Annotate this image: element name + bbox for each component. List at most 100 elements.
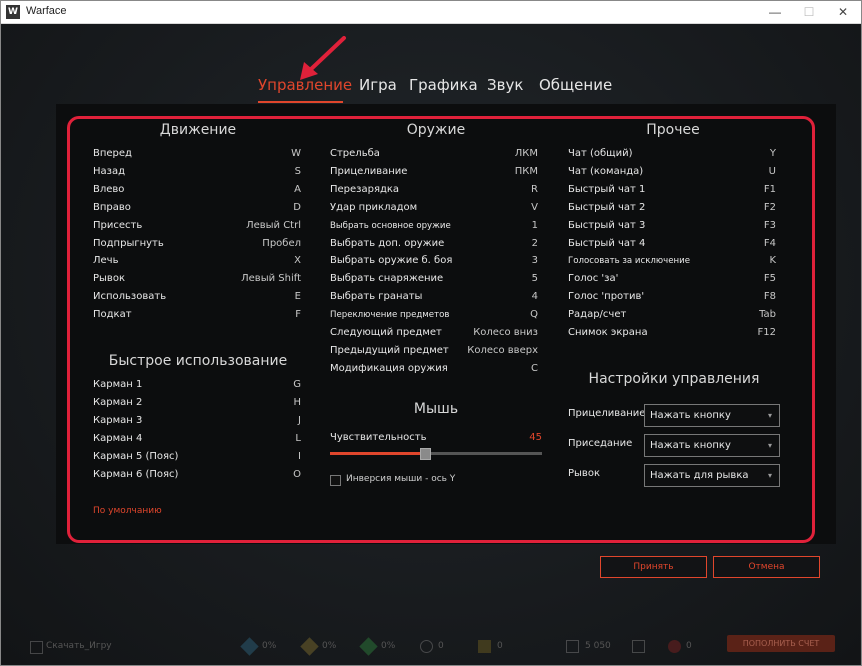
keybind-key[interactable]: F4: [764, 237, 776, 251]
keybind-row[interactable]: Перезарядка R: [330, 183, 538, 197]
keybind-row[interactable]: Чат (общий) Y: [568, 147, 776, 161]
keybind-key[interactable]: F3: [764, 219, 776, 233]
keybind-key[interactable]: Q: [530, 308, 538, 322]
keybind-row[interactable]: Удар прикладом V: [330, 201, 538, 215]
keybind-row[interactable]: Быстрый чат 3 F3: [568, 219, 776, 233]
keybind-row[interactable]: Переключение предметов Q: [330, 308, 538, 322]
keybind-key[interactable]: 5: [532, 272, 538, 286]
sensitivity-slider-thumb[interactable]: [420, 448, 431, 460]
keybind-row[interactable]: Назад S: [93, 165, 301, 179]
keybind-row[interactable]: Снимок экрана F12: [568, 326, 776, 340]
keybind-row[interactable]: Подпрыгнуть Пробел: [93, 237, 301, 251]
keybind-key[interactable]: Tab: [759, 308, 776, 322]
keybind-row[interactable]: Карман 3 J: [93, 414, 301, 428]
keybind-key[interactable]: 2: [532, 237, 538, 251]
refill-account-button[interactable]: ПОПОЛНИТЬ СЧЕТ: [727, 635, 835, 652]
keybind-row[interactable]: Выбрать основное оружие 1: [330, 219, 538, 233]
keybind-key[interactable]: F12: [758, 326, 776, 340]
apply-button[interactable]: Принять: [600, 556, 707, 578]
keybind-key[interactable]: E: [295, 290, 301, 304]
keybind-row[interactable]: Быстрый чат 2 F2: [568, 201, 776, 215]
keybind-row[interactable]: Влево A: [93, 183, 301, 197]
keybind-row[interactable]: Карман 2 H: [93, 396, 301, 410]
keybind-key[interactable]: 4: [532, 290, 538, 304]
keybind-row[interactable]: Карман 4 L: [93, 432, 301, 446]
keybind-row[interactable]: Присесть Левый Ctrl: [93, 219, 301, 233]
download-checkbox-icon[interactable]: [30, 641, 43, 654]
keybind-key[interactable]: 1: [532, 219, 538, 233]
keybind-key[interactable]: U: [769, 165, 776, 179]
tab-graphics[interactable]: Графика: [409, 76, 478, 94]
keybind-row[interactable]: Голосовать за исключение K: [568, 254, 776, 268]
keybind-row[interactable]: Предыдущий предмет Колесо вверх: [330, 344, 538, 358]
keybind-row[interactable]: Голос 'за' F5: [568, 272, 776, 286]
tab-communication[interactable]: Общение: [539, 76, 612, 94]
keybind-row[interactable]: Вправо D: [93, 201, 301, 215]
tab-sound[interactable]: Звук: [487, 76, 523, 94]
keybind-row[interactable]: Следующий предмет Колесо вниз: [330, 326, 538, 340]
sprint-mode-select[interactable]: Нажать для рывка ▾: [644, 464, 780, 487]
keybind-key[interactable]: F2: [764, 201, 776, 215]
keybind-key[interactable]: R: [531, 183, 538, 197]
keybind-key[interactable]: V: [531, 201, 538, 215]
keybind-key[interactable]: Y: [770, 147, 776, 161]
keybind-key[interactable]: X: [294, 254, 301, 268]
keybind-key[interactable]: F1: [764, 183, 776, 197]
movement-title: Движение: [159, 122, 237, 138]
keybind-key[interactable]: C: [531, 362, 538, 376]
keybind-key[interactable]: Колесо вниз: [473, 326, 538, 340]
keybind-key[interactable]: ЛКМ: [515, 147, 538, 161]
keybind-key[interactable]: 3: [532, 254, 538, 268]
keybind-row[interactable]: Быстрый чат 4 F4: [568, 237, 776, 251]
download-game-label[interactable]: Скачать_Игру: [46, 641, 112, 651]
keybind-row[interactable]: Подкат F: [93, 308, 301, 322]
keybind-key[interactable]: J: [298, 414, 301, 428]
keybind-row[interactable]: Вперед W: [93, 147, 301, 161]
keybind-row[interactable]: Выбрать оружие б. боя 3: [330, 254, 538, 268]
keybind-key[interactable]: W: [291, 147, 301, 161]
keybind-key[interactable]: Колесо вверх: [467, 344, 538, 358]
maximize-button[interactable]: ☐: [792, 1, 826, 24]
keybind-row[interactable]: Чат (команда) U: [568, 165, 776, 179]
keybind-row[interactable]: Прицеливание ПКМ: [330, 165, 538, 179]
keybind-key[interactable]: I: [298, 450, 301, 464]
keybind-row[interactable]: Быстрый чат 1 F1: [568, 183, 776, 197]
keybind-key[interactable]: Левый Ctrl: [246, 219, 301, 233]
close-button[interactable]: ✕: [826, 1, 860, 24]
keybind-key[interactable]: Пробел: [262, 237, 301, 251]
keybind-row[interactable]: Карман 1 G: [93, 378, 301, 392]
keybind-row[interactable]: Модификация оружия C: [330, 362, 538, 376]
keybind-row[interactable]: Голос 'против' F8: [568, 290, 776, 304]
restore-defaults-link[interactable]: По умолчанию: [93, 506, 162, 516]
add-currency-icon[interactable]: [632, 640, 645, 653]
keybind-row[interactable]: Карман 5 (Пояс) I: [93, 450, 301, 464]
tab-game[interactable]: Игра: [359, 76, 397, 94]
keybind-key[interactable]: F: [295, 308, 301, 322]
cancel-button[interactable]: Отмена: [713, 556, 820, 578]
keybind-key[interactable]: G: [293, 378, 301, 392]
keybind-row[interactable]: Выбрать доп. оружие 2: [330, 237, 538, 251]
keybind-key[interactable]: D: [293, 201, 301, 215]
keybind-key[interactable]: O: [293, 468, 301, 482]
keybind-key[interactable]: F5: [764, 272, 776, 286]
aim-mode-select[interactable]: Нажать кнопку ▾: [644, 404, 780, 427]
keybind-key[interactable]: A: [294, 183, 301, 197]
keybind-row[interactable]: Стрельба ЛКМ: [330, 147, 538, 161]
keybind-row[interactable]: Лечь X: [93, 254, 301, 268]
keybind-row[interactable]: Выбрать гранаты 4: [330, 290, 538, 304]
keybind-key[interactable]: F8: [764, 290, 776, 304]
keybind-row[interactable]: Радар/счет Tab: [568, 308, 776, 322]
keybind-key[interactable]: H: [293, 396, 301, 410]
keybind-key[interactable]: ПКМ: [515, 165, 538, 179]
minimize-button[interactable]: —: [758, 1, 792, 24]
keybind-key[interactable]: S: [295, 165, 301, 179]
keybind-row[interactable]: Использовать E: [93, 290, 301, 304]
keybind-row[interactable]: Карман 6 (Пояс) O: [93, 468, 301, 482]
crouch-mode-select[interactable]: Нажать кнопку ▾: [644, 434, 780, 457]
invert-mouse-checkbox[interactable]: [330, 475, 341, 486]
keybind-key[interactable]: Левый Shift: [241, 272, 301, 286]
keybind-key[interactable]: L: [295, 432, 301, 446]
keybind-row[interactable]: Выбрать снаряжение 5: [330, 272, 538, 286]
keybind-key[interactable]: K: [769, 254, 776, 268]
keybind-row[interactable]: Рывок Левый Shift: [93, 272, 301, 286]
